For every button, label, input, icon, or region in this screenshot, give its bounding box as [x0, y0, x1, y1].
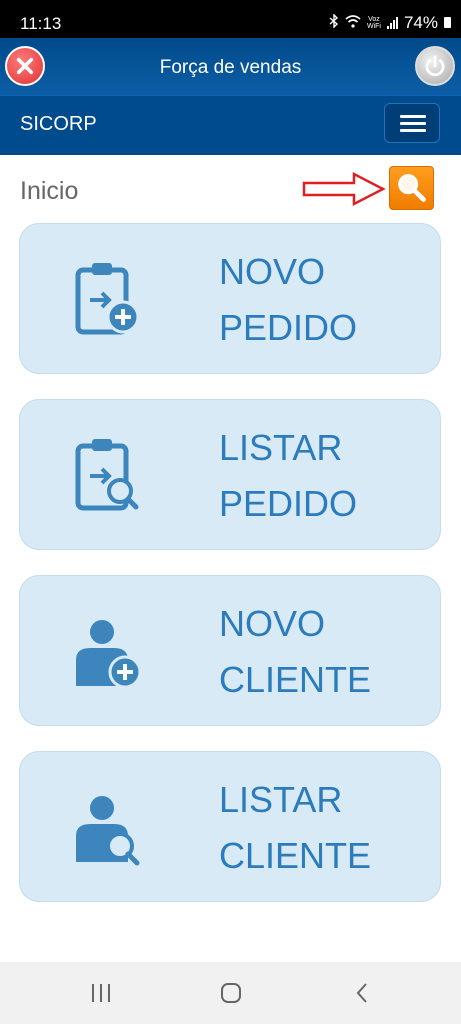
novo-pedido-card[interactable]: NOVO PEDIDO	[19, 223, 441, 374]
signal-icon	[386, 16, 398, 29]
user-search-icon	[76, 796, 140, 866]
system-nav-bar	[0, 962, 461, 1024]
app-title: Força de vendas	[159, 57, 302, 78]
status-time: 11:13	[20, 14, 62, 33]
app-header: Força de vendas	[0, 38, 461, 95]
card-label-line2: CLIENTE	[219, 659, 372, 700]
card-label-line1: LISTAR	[219, 779, 343, 820]
battery-icon	[444, 17, 451, 28]
power-button[interactable]	[415, 46, 455, 86]
listar-cliente-card[interactable]: LISTAR CLIENTE	[19, 751, 441, 902]
status-icons: Voz WiFi 74%	[329, 13, 451, 32]
brand-label[interactable]: SICORP	[20, 113, 97, 136]
hamburger-menu-button[interactable]	[384, 103, 440, 143]
nav-bar: SICORP	[0, 95, 461, 155]
novo-cliente-card[interactable]: NOVO CLIENTE	[19, 575, 441, 726]
user-plus-icon	[76, 620, 142, 689]
bluetooth-icon	[329, 13, 339, 31]
clipboard-search-icon	[75, 439, 139, 511]
battery-level: 74%	[403, 13, 438, 32]
arrow-right-icon	[302, 171, 386, 207]
wifi-icon	[345, 14, 361, 31]
voz-wifi-label: Voz WiFi	[367, 16, 381, 30]
card-label-line2: PEDIDO	[219, 307, 358, 348]
power-icon	[425, 55, 445, 77]
listar-pedido-card[interactable]: LISTAR PEDIDO	[19, 399, 441, 550]
card-label-line1: NOVO	[219, 251, 326, 292]
card-label-line1: LISTAR	[219, 427, 343, 468]
status-bar: 11:13 Voz WiFi 74%	[0, 0, 461, 38]
page-title: Inicio	[20, 177, 79, 205]
voz-line2: WiFi	[366, 22, 381, 30]
search-button[interactable]	[389, 166, 434, 210]
voz-line1: Voz	[368, 15, 380, 23]
recent-apps-icon[interactable]	[88, 962, 118, 1024]
card-label-line2: CLIENTE	[219, 835, 372, 876]
back-icon[interactable]	[347, 962, 377, 1024]
search-icon	[398, 174, 426, 202]
home-icon[interactable]	[216, 962, 246, 1024]
clipboard-plus-icon	[75, 263, 140, 335]
card-label-line2: PEDIDO	[219, 483, 358, 524]
card-label-line1: NOVO	[219, 603, 326, 644]
